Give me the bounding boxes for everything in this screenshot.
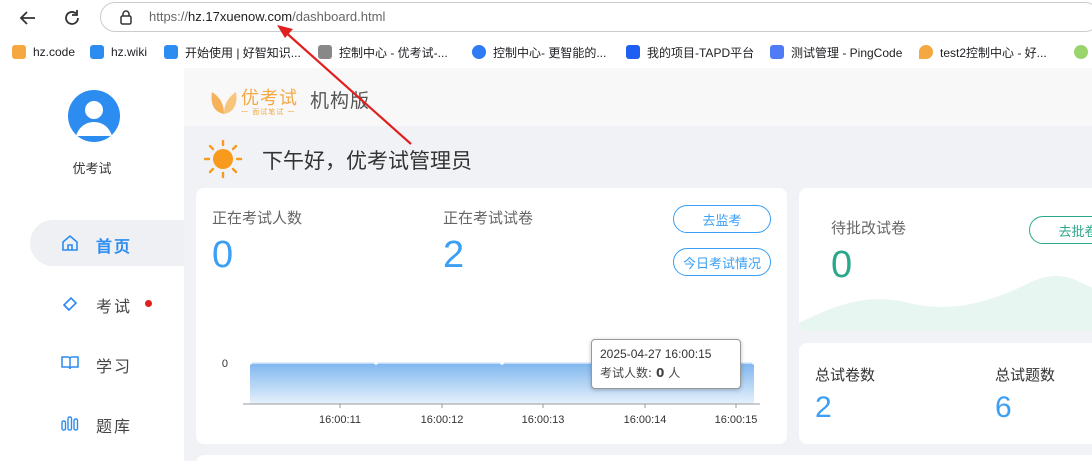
annotation-arrow [277, 25, 412, 145]
